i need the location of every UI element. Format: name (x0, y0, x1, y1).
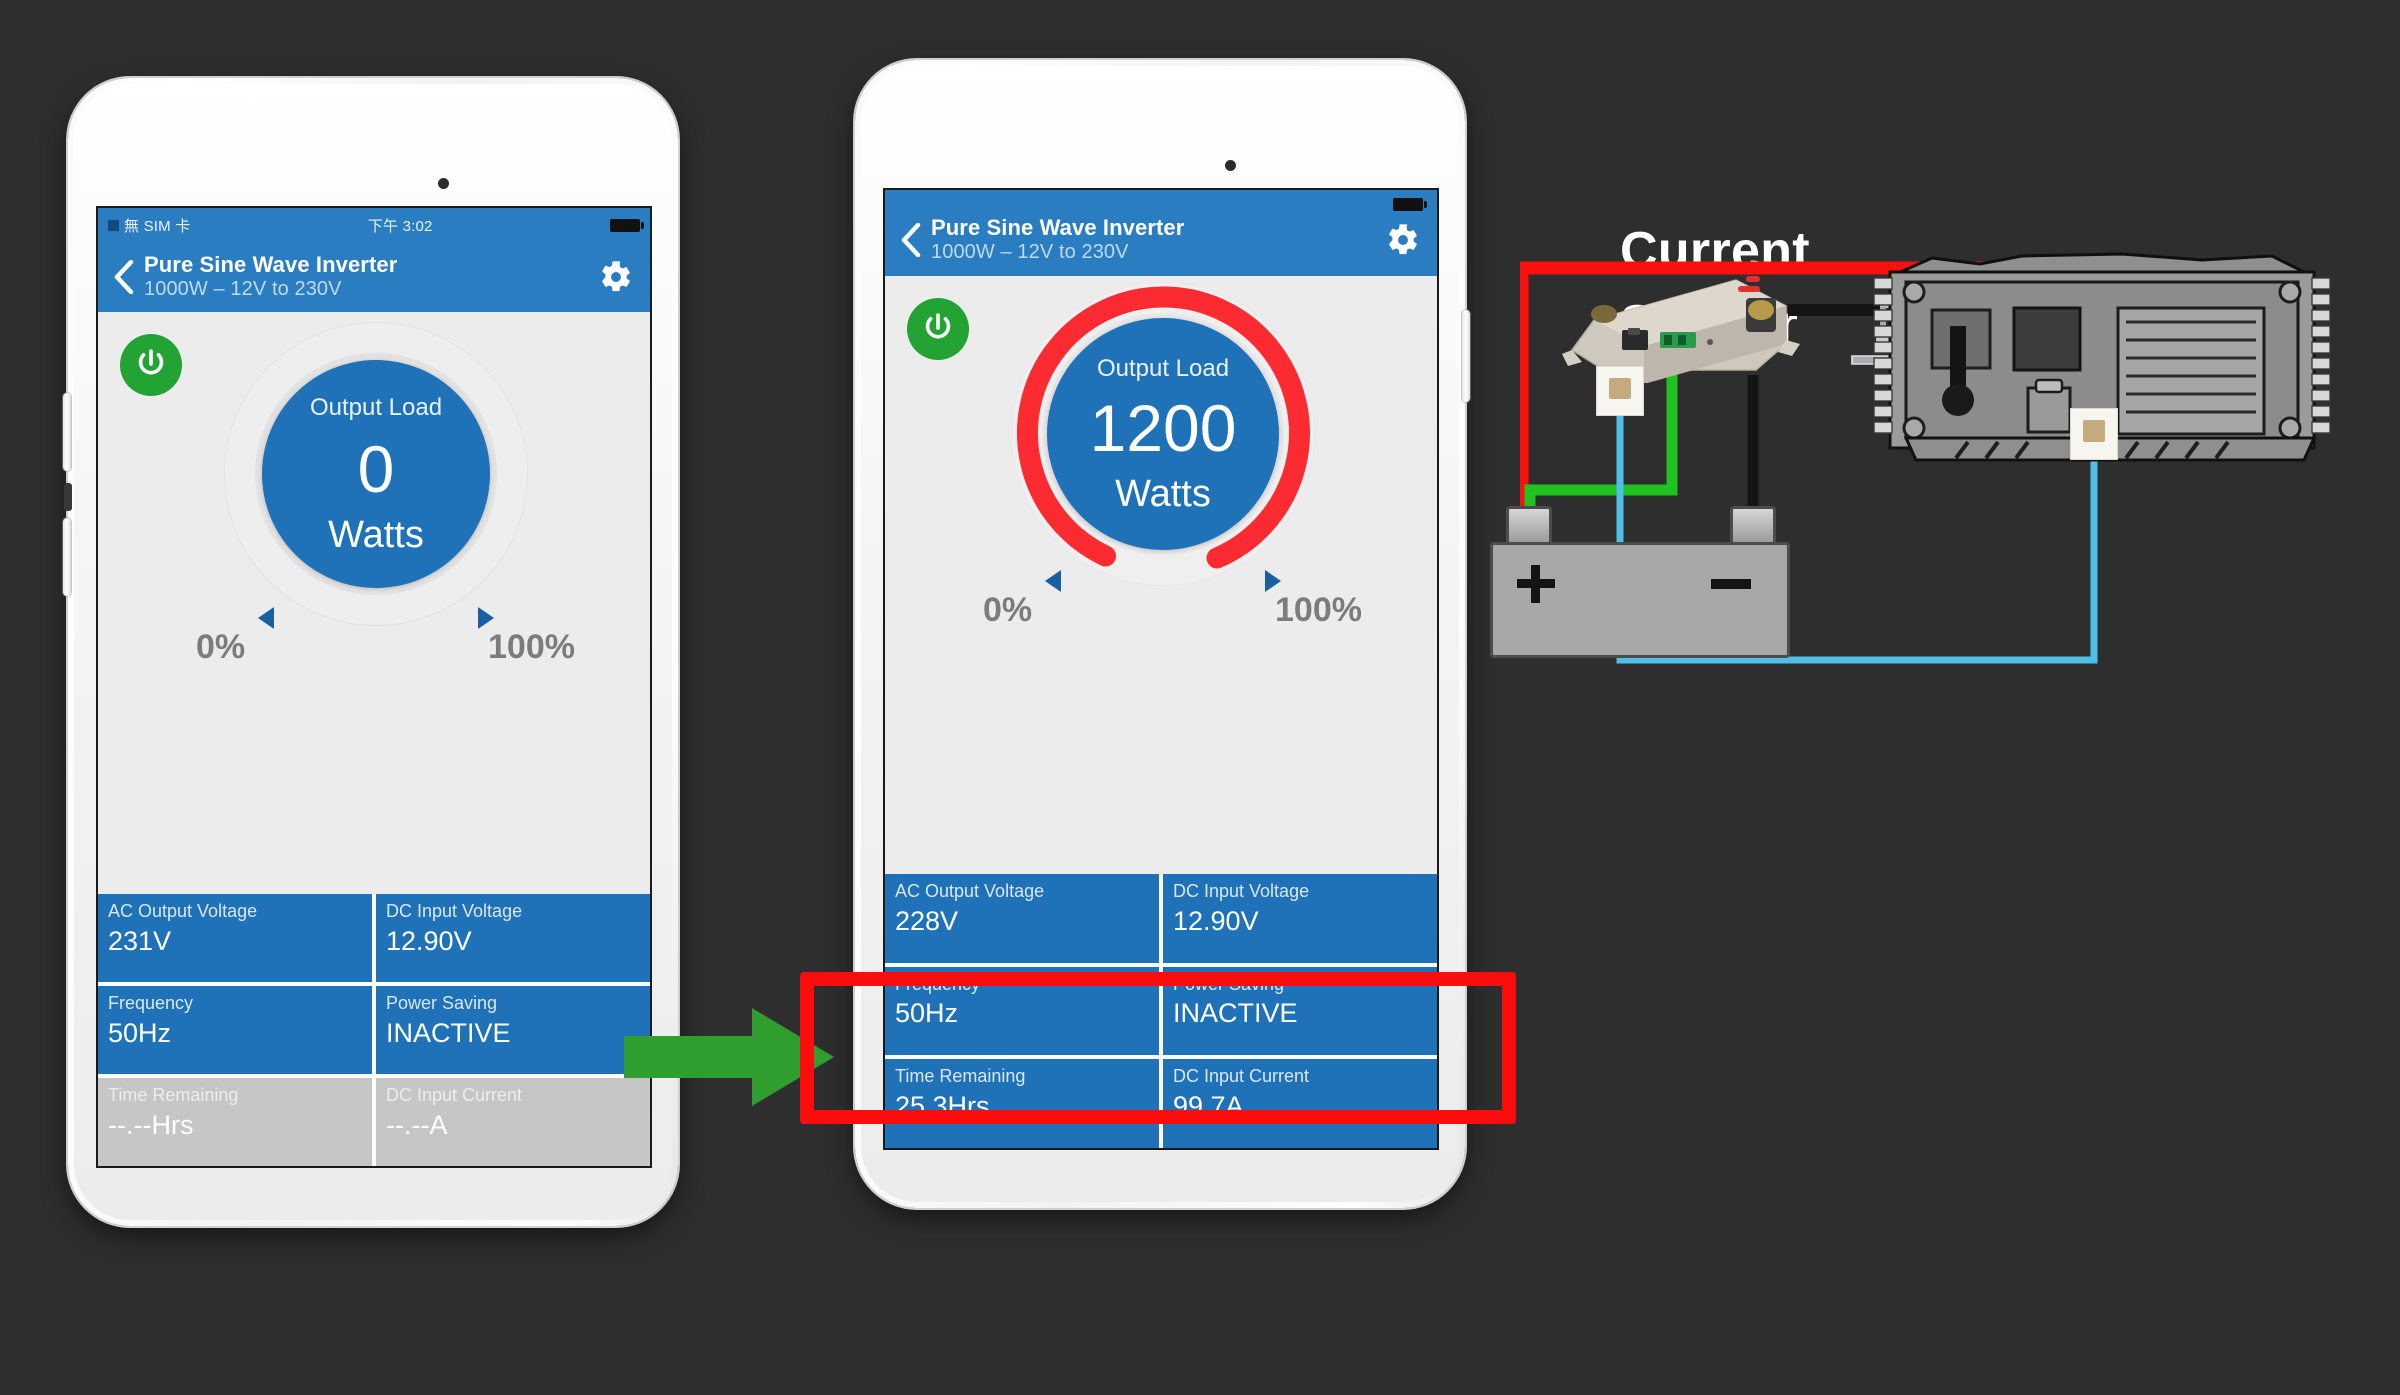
app-bar-titles: Pure Sine Wave Inverter 1000W – 12V to 2… (927, 216, 1383, 263)
page-subtitle: 1000W – 12V to 230V (931, 241, 1129, 264)
gauge-min-label: 0% (983, 591, 1033, 629)
gauge-label: Output Load (309, 394, 443, 421)
metric-label: Frequency (108, 993, 194, 1013)
metric-label: Power Saving (386, 993, 498, 1013)
chevron-left-icon (114, 260, 134, 294)
metric-label: DC Input Voltage (1173, 881, 1310, 901)
gauge-units: Watts (328, 514, 424, 556)
gauge-inner-disc: Output Load 0 Watts (262, 360, 490, 588)
battery-12v (1490, 542, 1790, 658)
power-side-button[interactable] (1462, 310, 1470, 402)
metric-cell[interactable]: Time Remaining --.--Hrs (98, 1078, 372, 1166)
app-screen-before: 無 SIM 卡 下午 3:02 Pure Sine Wave Inverter … (96, 206, 652, 1168)
power-toggle-button[interactable] (120, 334, 182, 396)
phone-before: 無 SIM 卡 下午 3:02 Pure Sine Wave Inverter … (63, 78, 678, 1226)
gauge-area: Output Load 0 Watts 0% 100% (98, 312, 650, 890)
gear-icon (602, 261, 630, 292)
metric-cell[interactable]: AC Output Voltage 231V (98, 894, 372, 982)
metric-cell[interactable]: DC Input Current --.--A (376, 1078, 650, 1166)
metric-label: DC Input Current (386, 1085, 523, 1105)
power-toggle-button[interactable] (907, 298, 969, 360)
status-bar-left: 無 SIM 卡 (108, 215, 190, 236)
metric-label: DC Input Voltage (386, 901, 523, 921)
no-sim-icon (108, 219, 119, 231)
back-button[interactable] (893, 204, 927, 276)
gauge-max-label: 100% (1275, 591, 1362, 629)
gauge-min-label: 0% (196, 628, 246, 666)
rj11-plug-sensor (1596, 366, 1644, 416)
gauge-value: 1200 (1089, 391, 1237, 465)
power-icon (138, 349, 164, 375)
battery-positive-symbol-v (1531, 565, 1540, 603)
page-title: Pure Sine Wave Inverter (931, 215, 1185, 241)
battery-negative-terminal (1730, 506, 1776, 546)
gauge-units: Watts (1115, 473, 1211, 515)
gauge-area: Output Load 1200 Watts 0% 100% (885, 276, 1437, 870)
wiring-diagram: Current Sensor (1490, 200, 2380, 920)
metric-value: 228V (895, 905, 959, 936)
metric-cell[interactable]: DC Input Voltage 12.90V (1163, 874, 1437, 963)
gauge-inner-disc: Output Load 1200 Watts (1047, 318, 1279, 550)
metric-label: AC Output Voltage (895, 881, 1045, 901)
metrics-grid: AC Output Voltage 231V DC Input Voltage … (98, 894, 650, 1166)
metric-cell[interactable]: Frequency 50Hz (98, 986, 372, 1074)
metric-cell[interactable]: DC Input Voltage 12.90V (376, 894, 650, 982)
gauge-value: 0 (357, 432, 395, 506)
page-subtitle: 1000W – 12V to 230V (144, 278, 342, 301)
metric-cell[interactable]: AC Output Voltage 228V (885, 874, 1159, 963)
proximity-sensor-dot (1225, 160, 1236, 171)
battery-negative-symbol (1711, 579, 1751, 589)
metric-value: 12.90V (1173, 905, 1259, 936)
status-bar-time: 下午 3:02 (367, 217, 433, 235)
output-load-gauge: Output Load 0 Watts (224, 322, 528, 626)
metric-value: 231V (108, 925, 172, 956)
gauge-label: Output Load (1096, 355, 1230, 382)
status-bar: 無 SIM 卡 下午 3:02 (98, 208, 650, 242)
dc-positive-terminal (2012, 306, 2082, 372)
red-highlight-box (800, 972, 1516, 1124)
gauge-min-tick (1045, 570, 1061, 592)
app-bar: Pure Sine Wave Inverter 1000W – 12V to 2… (98, 242, 650, 312)
gauge-max-label: 100% (488, 628, 575, 666)
back-button[interactable] (106, 242, 140, 312)
settings-button[interactable] (1383, 220, 1423, 260)
metric-value: 12.90V (386, 925, 472, 956)
current-sensor-device (1562, 276, 1800, 383)
mute-switch[interactable] (64, 483, 72, 511)
carrier-label: 無 SIM 卡 (124, 217, 191, 235)
metric-value: --.--Hrs (108, 1109, 194, 1140)
gauge-max-tick (478, 607, 494, 629)
metric-value: --.--A (386, 1109, 448, 1140)
metric-value: INACTIVE (386, 1017, 511, 1048)
battery-positive-terminal (1506, 506, 1552, 546)
volume-up-button[interactable] (63, 393, 71, 471)
metric-value: 50Hz (108, 1017, 172, 1048)
battery-full-icon (1393, 198, 1427, 211)
output-load-gauge: Output Load 1200 Watts (1011, 282, 1315, 586)
proximity-sensor-dot (438, 178, 449, 189)
settings-button[interactable] (596, 257, 636, 297)
app-bar-titles: Pure Sine Wave Inverter 1000W – 12V to 2… (140, 253, 596, 300)
rj11-plug-inverter (2070, 408, 2118, 460)
chevron-left-icon (901, 223, 921, 257)
page-title: Pure Sine Wave Inverter (144, 252, 398, 278)
screenshot-root: 無 SIM 卡 下午 3:02 Pure Sine Wave Inverter … (0, 0, 2400, 1395)
metric-label: Time Remaining (108, 1085, 239, 1105)
gauge-min-tick (258, 607, 274, 629)
volume-down-button[interactable] (63, 518, 71, 596)
app-bar: Pure Sine Wave Inverter 1000W – 12V to 2… (885, 190, 1437, 276)
metric-label: AC Output Voltage (108, 901, 258, 921)
metric-cell[interactable]: Power Saving INACTIVE (376, 986, 650, 1074)
gauge-max-tick (1265, 570, 1281, 592)
power-icon (925, 313, 951, 339)
gear-icon (1389, 224, 1417, 255)
battery-full-icon (609, 218, 644, 232)
